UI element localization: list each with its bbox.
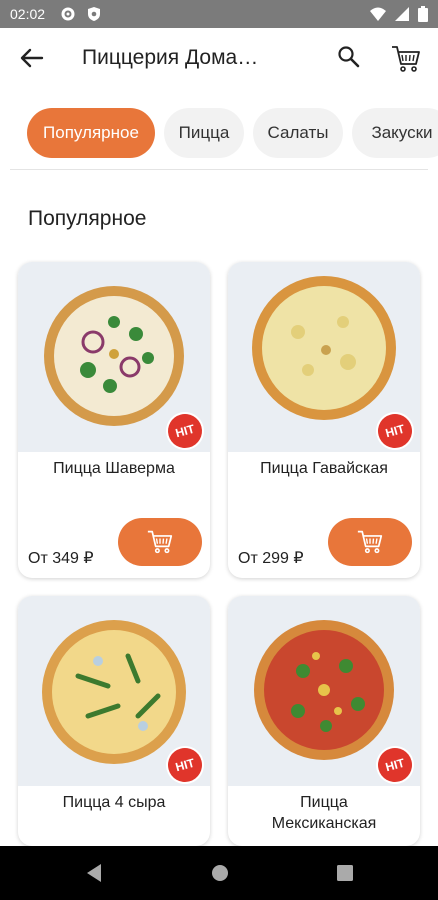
tab-popular[interactable]: Популярное xyxy=(27,108,155,158)
status-time: 02:02 xyxy=(10,6,46,22)
product-card[interactable]: HIT Пицца Мексиканская xyxy=(228,596,420,846)
signal-icon xyxy=(395,7,409,21)
product-name: Пицца 4 сыра xyxy=(62,794,166,811)
app-bar: Пиццерия Дома… xyxy=(0,28,438,90)
divider xyxy=(10,169,428,170)
shield-icon xyxy=(88,7,100,21)
section-title: Популярное xyxy=(28,207,147,230)
cart-icon xyxy=(357,530,383,554)
product-price: От 349 ₽ xyxy=(28,550,94,567)
product-card[interactable]: HIT Пицца 4 сыра xyxy=(18,596,210,846)
search-icon[interactable] xyxy=(336,44,362,70)
cart-icon[interactable] xyxy=(390,44,422,74)
back-arrow-icon[interactable] xyxy=(18,44,46,72)
product-card[interactable]: HIT Пицца Гавайская От 299 ₽ xyxy=(228,262,420,578)
back-nav-icon[interactable] xyxy=(85,863,103,883)
product-price: От 299 ₽ xyxy=(238,550,304,567)
battery-icon xyxy=(418,6,428,22)
cart-icon xyxy=(147,530,173,554)
product-card[interactable]: HIT Пицца Шаверма От 349 ₽ xyxy=(18,262,210,578)
status-bar: 02:02 xyxy=(0,0,438,28)
page-title: Пиццерия Дома… xyxy=(82,46,259,69)
product-name: Пицца Мексиканская xyxy=(271,794,377,832)
category-tabs: Популярное Пицца Салаты Закуски xyxy=(0,108,438,160)
wifi-icon xyxy=(370,7,386,21)
add-to-cart-button[interactable] xyxy=(328,518,412,566)
tab-snacks[interactable]: Закуски xyxy=(352,108,438,158)
tab-pizza[interactable]: Пицца xyxy=(164,108,244,158)
add-to-cart-button[interactable] xyxy=(118,518,202,566)
product-name: Пицца Гавайская xyxy=(260,460,388,477)
navigation-bar xyxy=(0,846,438,900)
product-name: Пицца Шаверма xyxy=(53,460,175,477)
home-nav-icon[interactable] xyxy=(210,863,230,883)
recents-nav-icon[interactable] xyxy=(336,864,354,882)
gear-icon xyxy=(61,7,75,21)
tab-salads[interactable]: Салаты xyxy=(253,108,343,158)
